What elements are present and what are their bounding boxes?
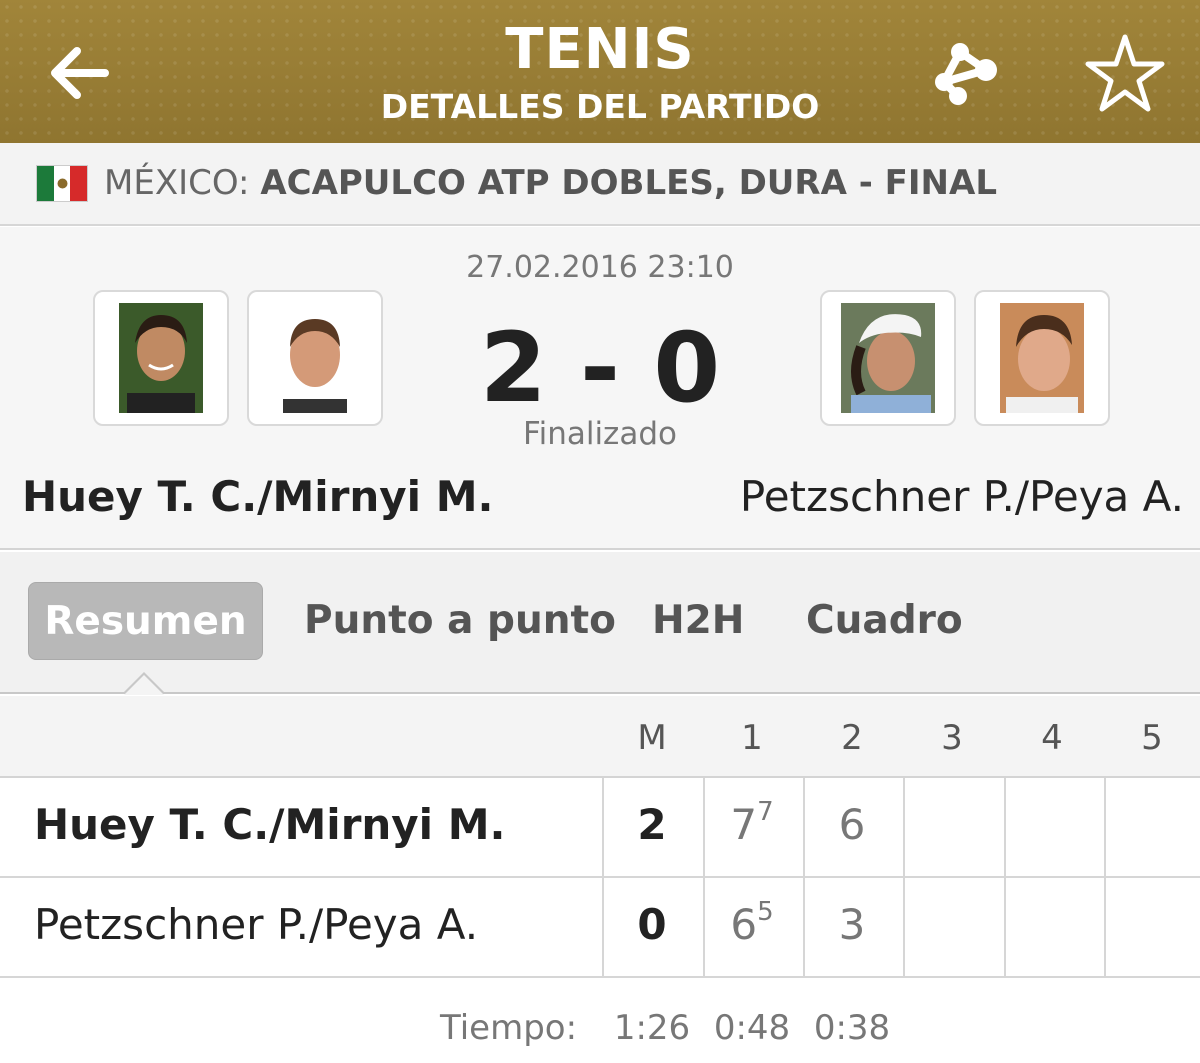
home-team-name[interactable]: Huey T. C./Mirnyi M. [22,472,493,521]
set1-games: 65 [730,897,774,949]
set2-games: 6 [838,800,866,849]
time-total: 1:26 [613,1008,691,1048]
share-button[interactable] [920,28,1010,118]
app-header: TENIS DETALLES DEL PARTIDO [0,0,1200,143]
column-header: 4 [1041,718,1063,758]
column-header: 2 [841,718,863,758]
match-score: 2 - 0 [479,312,721,424]
tiebreak-score: 7 [757,797,774,827]
league-name: ACAPULCO ATP DOBLES, DURA - FINAL [260,163,997,203]
tab-punto-a-punto[interactable]: Punto a punto [304,582,616,660]
tab-cuadro[interactable]: Cuadro [806,582,963,660]
time-set2: 0:38 [813,1008,891,1048]
sets-won: 0 [637,900,667,949]
page-title: TENIS [505,17,695,82]
share-icon [935,43,997,105]
tiebreak-score: 5 [757,897,774,927]
match-status: Finalizado [523,416,677,452]
active-tab-pointer-inner [124,675,164,695]
column-divider [903,778,905,976]
column-header: M [637,718,667,758]
column-divider [1004,778,1006,976]
column-divider [1104,778,1106,976]
time-label: Tiempo: [440,1008,578,1048]
away-team-name[interactable]: Petzschner P./Peya A. [740,472,1184,521]
time-set1: 0:48 [713,1008,791,1048]
row-team-name: Huey T. C./Mirnyi M. [34,800,506,849]
favorite-button[interactable] [1080,28,1170,118]
back-button[interactable] [34,28,124,118]
back-arrow-icon [51,47,109,99]
page-subtitle: DETALLES DEL PARTIDO [380,87,820,126]
league-title[interactable]: MÉXICO: ACAPULCO ATP DOBLES, DURA - FINA… [104,160,997,206]
sets-won: 2 [637,800,667,849]
match-datetime: 27.02.2016 23:10 [466,250,734,285]
tab-h2h[interactable]: H2H [652,582,744,660]
column-header: 3 [941,718,963,758]
set2-games: 3 [838,900,866,949]
set1-games: 77 [730,797,774,849]
star-icon [1085,34,1165,112]
mexico-flag-icon [36,165,88,202]
column-header: 1 [741,718,763,758]
row-team-name: Petzschner P./Peya A. [34,900,479,949]
league-country: MÉXICO: [104,163,250,203]
column-header: 5 [1141,718,1163,758]
tab-resumen[interactable]: Resumen [28,582,263,660]
